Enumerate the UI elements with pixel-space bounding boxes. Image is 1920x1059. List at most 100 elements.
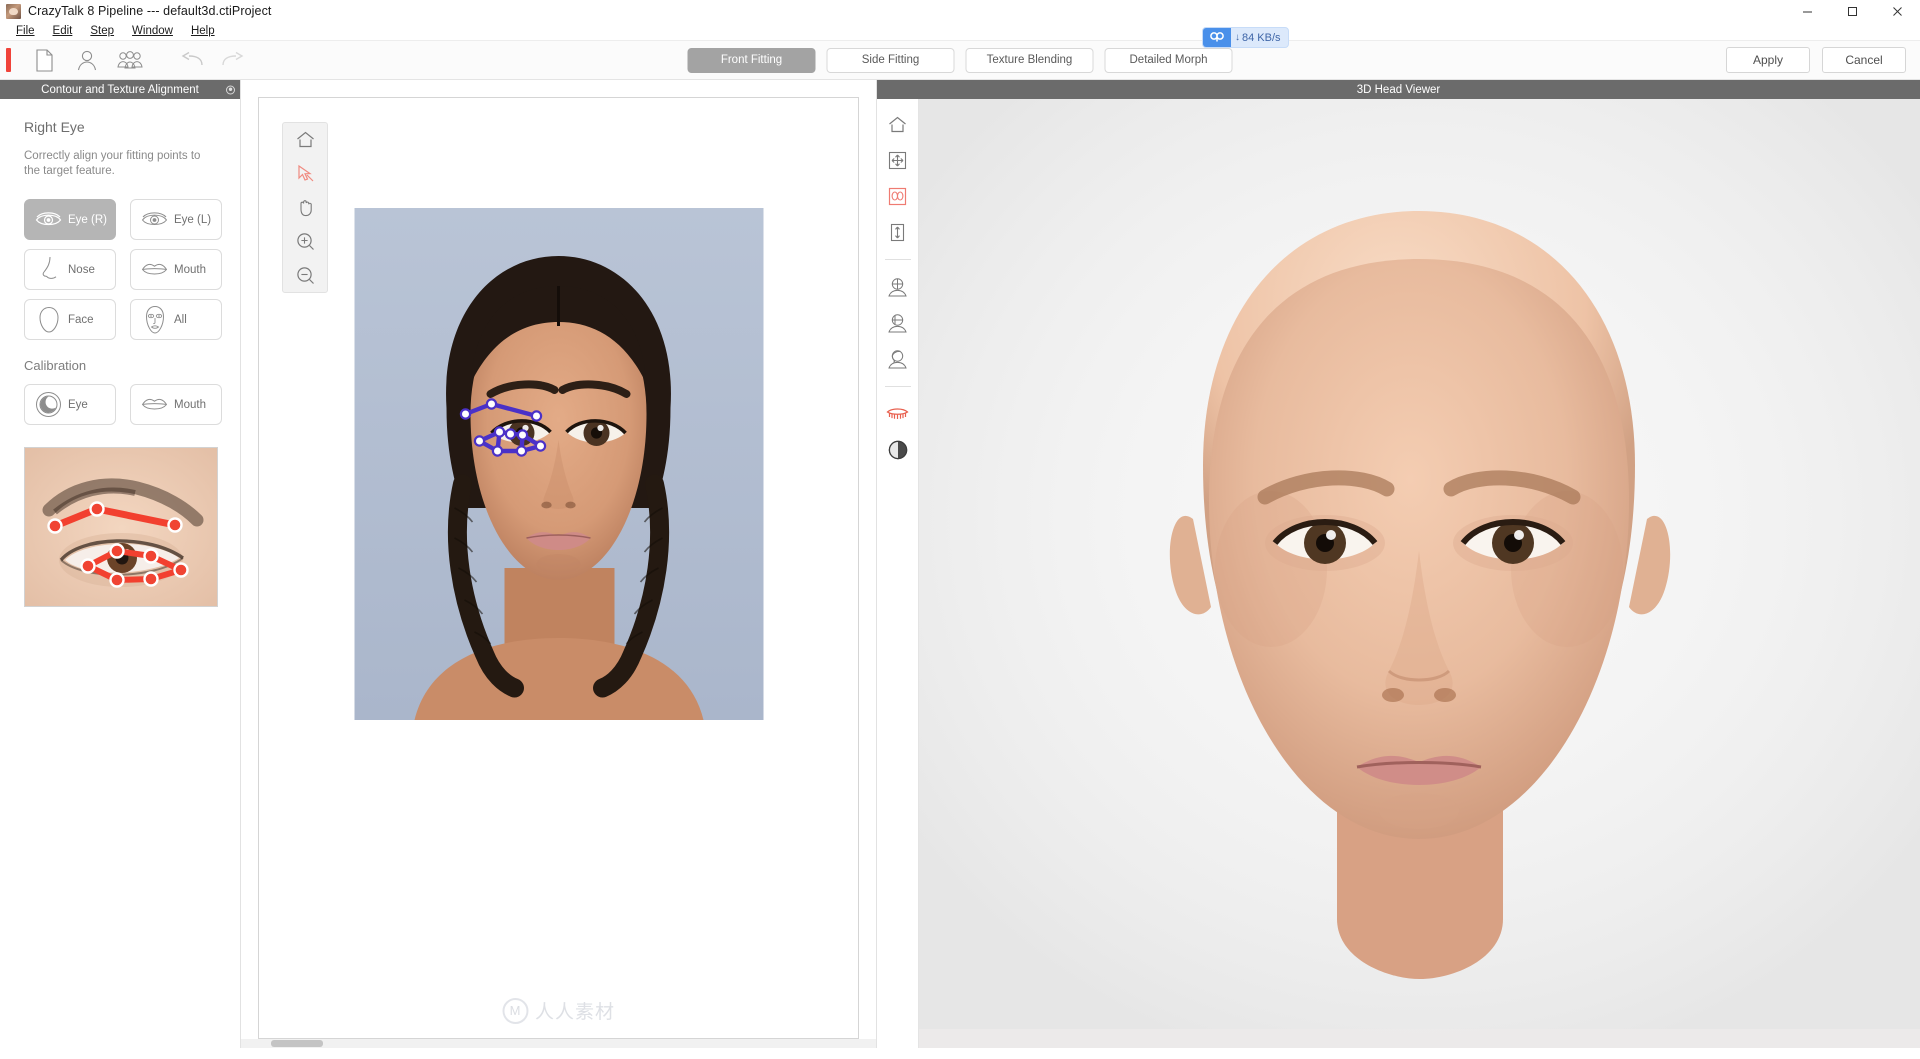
- menu-help-label: Help: [190, 25, 215, 37]
- tab-texture-blending[interactable]: Texture Blending: [965, 47, 1094, 73]
- minimize-button[interactable]: [1785, 0, 1830, 22]
- nose-icon: [34, 256, 63, 283]
- single-person-icon[interactable]: [70, 45, 104, 75]
- window-title: CrazyTalk 8 Pipeline --- default3d.ctiPr…: [28, 4, 272, 18]
- network-speed-value: 84 KB/s: [1242, 31, 1281, 44]
- all-features-icon: [140, 305, 169, 334]
- tab-detailed-morph[interactable]: Detailed Morph: [1104, 47, 1233, 73]
- feature-button-all[interactable]: All: [130, 299, 222, 340]
- zoom-in-icon[interactable]: [291, 231, 319, 252]
- calibration-button-grid: Eye Mouth: [24, 384, 222, 425]
- feature-button-eye-right[interactable]: Eye (R): [24, 199, 116, 240]
- workspace: Contour and Texture Alignment ● Right Ey…: [0, 80, 1920, 1048]
- calibration-button-eye[interactable]: Eye: [24, 384, 116, 425]
- mouth-calibration-icon: [140, 392, 169, 418]
- menu-window[interactable]: Window: [123, 23, 182, 39]
- head-side-view-icon[interactable]: [885, 348, 911, 370]
- viewer-header: 3D Head Viewer: [877, 80, 1920, 99]
- viewer-body: [877, 99, 1920, 1048]
- pan-hand-icon[interactable]: [291, 197, 319, 218]
- feature-button-face-label: Face: [68, 313, 94, 326]
- menu-edit[interactable]: Edit: [44, 23, 82, 39]
- menu-help[interactable]: Help: [182, 23, 224, 39]
- feature-button-face[interactable]: Face: [24, 299, 116, 340]
- crazytalk-app-icon: [6, 3, 21, 19]
- right-panel: 3D Head Viewer: [877, 80, 1920, 1048]
- eye-calibration-icon: [34, 392, 63, 418]
- watermark-logo-icon: M: [501, 997, 528, 1024]
- 3d-head-model[interactable]: [919, 99, 1920, 1048]
- shading-sphere-icon[interactable]: [885, 439, 911, 461]
- redo-icon[interactable]: [217, 45, 251, 75]
- active-step-indicator: [6, 48, 11, 72]
- vertical-scale-icon[interactable]: [885, 221, 911, 243]
- feature-button-eye-left[interactable]: Eye (L): [130, 199, 222, 240]
- eye-left-icon: [140, 207, 169, 233]
- select-cursor-icon[interactable]: [291, 163, 319, 184]
- menu-step[interactable]: Step: [81, 23, 123, 39]
- home-icon[interactable]: [291, 129, 319, 150]
- cancel-button[interactable]: Cancel: [1822, 47, 1906, 73]
- eye-contour-reference-thumbnail: [24, 447, 218, 607]
- menu-step-label: Step: [90, 25, 115, 37]
- menu-bar: File Edit Step Window Help: [0, 22, 1920, 40]
- tab-front-fitting[interactable]: Front Fitting: [687, 47, 816, 73]
- main-toolbar: Front Fitting Side Fitting Texture Blend…: [0, 27, 1920, 80]
- menu-file[interactable]: File: [7, 23, 44, 39]
- viewer-tool-strip: [877, 99, 919, 1048]
- network-speed-badge[interactable]: ↓ 84 KB/s: [1202, 27, 1289, 48]
- network-speed-text: ↓ 84 KB/s: [1231, 32, 1288, 44]
- calibration-button-eye-label: Eye: [68, 398, 88, 411]
- section-description: Correctly align your fitting points to t…: [24, 150, 201, 177]
- watermark: M 人人素材: [501, 997, 616, 1024]
- zoom-out-icon[interactable]: [291, 265, 319, 286]
- eyelash-icon[interactable]: [885, 403, 911, 425]
- head-front-view-icon[interactable]: [885, 276, 911, 298]
- calibration-button-mouth-label: Mouth: [174, 398, 206, 411]
- canvas-horizontal-scrollbar[interactable]: [241, 1039, 876, 1048]
- head-profile-view-icon[interactable]: [885, 312, 911, 334]
- toolbar-action-buttons: Apply Cancel: [1726, 47, 1906, 73]
- download-arrow-icon: ↓: [1235, 32, 1240, 43]
- eye-right-icon: [34, 207, 63, 233]
- calibration-button-mouth[interactable]: Mouth: [130, 384, 222, 425]
- front-face-photo[interactable]: [354, 208, 763, 720]
- feature-button-nose-label: Nose: [68, 263, 95, 276]
- left-panel-header: Contour and Texture Alignment ●: [0, 80, 240, 99]
- menu-window-label: Window: [132, 25, 173, 37]
- new-project-icon[interactable]: [27, 45, 61, 75]
- panel-pin-icon[interactable]: ●: [226, 85, 235, 94]
- undo-icon[interactable]: [174, 45, 208, 75]
- canvas-tool-strip: [282, 122, 328, 293]
- status-bar: [0, 1048, 1920, 1059]
- tab-side-fitting[interactable]: Side Fitting: [826, 47, 955, 73]
- left-panel-body: Right Eye Correctly align your fitting p…: [0, 99, 240, 607]
- face-fitting-icon[interactable]: [885, 185, 911, 207]
- feature-button-eye-right-label: Eye (R): [68, 213, 107, 226]
- feature-button-eye-left-label: Eye (L): [174, 213, 212, 226]
- close-button[interactable]: [1875, 0, 1920, 22]
- menu-edit-label: Edit: [52, 25, 73, 37]
- feature-button-mouth[interactable]: Mouth: [130, 249, 222, 290]
- maximize-button[interactable]: [1830, 0, 1875, 22]
- photo-canvas[interactable]: M 人人素材: [258, 97, 859, 1039]
- feature-button-grid: Eye (R) Eye (L) Nose Mouth Face All: [24, 199, 222, 340]
- move-fit-icon[interactable]: [885, 149, 911, 171]
- tool-divider: [884, 259, 911, 260]
- left-panel: Contour and Texture Alignment ● Right Ey…: [0, 80, 241, 1048]
- left-panel-title: Contour and Texture Alignment: [41, 83, 199, 96]
- face-outline-icon: [34, 306, 63, 333]
- group-person-icon[interactable]: [113, 45, 147, 75]
- center-canvas-panel: M 人人素材: [241, 80, 877, 1048]
- apply-button[interactable]: Apply: [1726, 47, 1810, 73]
- calibration-title: Calibration: [24, 358, 87, 373]
- feature-button-nose[interactable]: Nose: [24, 249, 116, 290]
- section-title: Right Eye: [24, 119, 85, 135]
- home-icon[interactable]: [885, 113, 911, 135]
- scrollbar-thumb[interactable]: [271, 1040, 323, 1047]
- window-controls: [1785, 0, 1920, 22]
- mouth-icon: [140, 257, 169, 283]
- title-bar: CrazyTalk 8 Pipeline --- default3d.ctiPr…: [0, 0, 1920, 22]
- cloud-sync-icon: [1203, 28, 1231, 47]
- watermark-text: 人人素材: [534, 1002, 616, 1023]
